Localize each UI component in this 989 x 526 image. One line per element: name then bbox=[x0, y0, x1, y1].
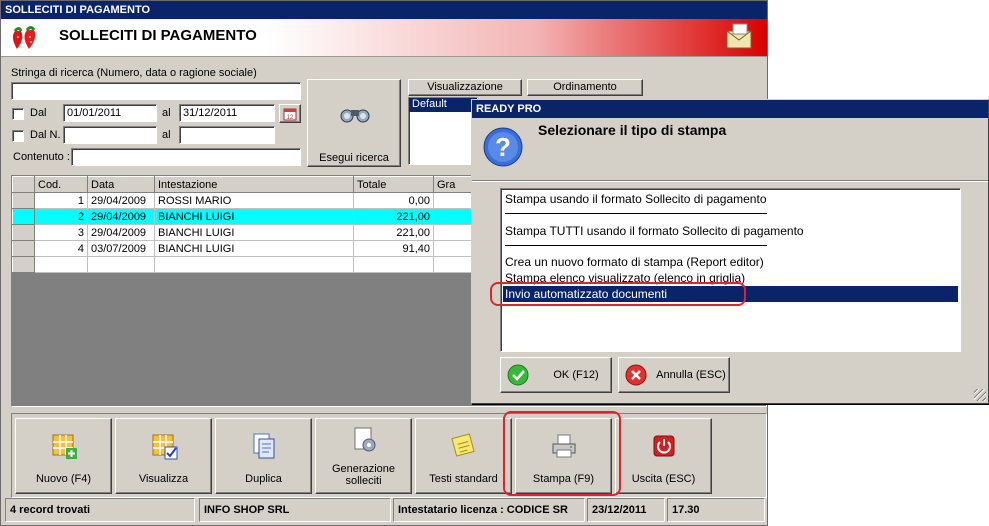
stampa-button[interactable]: Stampa (F9) bbox=[515, 418, 612, 494]
daln-label: Dal N. bbox=[30, 129, 61, 141]
al-label: al bbox=[162, 107, 171, 119]
check-icon bbox=[507, 364, 529, 389]
generazione-solleciti-button[interactable]: Generazione solleciti bbox=[315, 418, 412, 494]
printer-icon bbox=[549, 431, 579, 464]
table-row[interactable]: 3 29/04/2009 BIANCHI LUIGI 221,00 bbox=[12, 224, 494, 241]
table-header-row: Cod. Data Intestazione Totale Gra bbox=[12, 176, 494, 193]
nuovo-label: Nuovo (F4) bbox=[35, 473, 92, 485]
testi-label: Testi standard bbox=[429, 473, 498, 485]
uscita-label: Uscita (ESC) bbox=[631, 473, 696, 485]
option-stampa-tutti[interactable]: Stampa TUTTI usando il formato Sollecito… bbox=[503, 223, 958, 239]
search-label: Stringa di ricerca (Numero, data o ragio… bbox=[11, 67, 257, 79]
dal-checkbox[interactable] bbox=[12, 108, 24, 120]
resize-grip[interactable] bbox=[974, 389, 986, 401]
question-icon: ? bbox=[482, 126, 524, 171]
num-to-field[interactable] bbox=[179, 126, 275, 144]
status-company: INFO SHOP SRL bbox=[199, 498, 391, 522]
tab-ordinamento[interactable]: Ordinamento bbox=[527, 79, 643, 96]
view-list-item[interactable]: Default bbox=[409, 98, 477, 112]
svg-text:12: 12 bbox=[287, 115, 294, 121]
banner: SOLLECITI DI PAGAMENTO bbox=[1, 19, 767, 57]
num-from-field[interactable] bbox=[63, 126, 157, 144]
col-header-totale[interactable]: Totale bbox=[353, 176, 434, 193]
binoculars-icon bbox=[339, 104, 371, 127]
col-header-cod[interactable]: Cod. bbox=[34, 176, 88, 193]
print-type-dialog: READY PRO ? Selezionare il tipo di stamp… bbox=[471, 99, 989, 404]
status-license: Intestatario licenza : CODICE SR bbox=[393, 498, 585, 522]
stampa-label: Stampa (F9) bbox=[532, 473, 595, 485]
power-exit-icon bbox=[649, 431, 679, 464]
option-crea-formato[interactable]: Crea un nuovo formato di stampa (Report … bbox=[503, 254, 958, 270]
duplica-label: Duplica bbox=[245, 473, 282, 485]
status-date: 23/12/2011 bbox=[587, 498, 665, 522]
mail-envelope-icon bbox=[725, 22, 755, 55]
page-title: SOLLECITI DI PAGAMENTO bbox=[59, 27, 257, 44]
duplica-button[interactable]: Duplica bbox=[215, 418, 312, 494]
table-row[interactable]: 4 03/07/2009 BIANCHI LUIGI 91,40 bbox=[12, 240, 494, 257]
tab-visualizzazione[interactable]: Visualizzazione bbox=[408, 79, 522, 96]
col-header-intestazione[interactable]: Intestazione bbox=[154, 176, 354, 193]
option-invio-automatizzato[interactable]: Invio automatizzato documenti bbox=[503, 286, 958, 302]
strawberry-logo-icon bbox=[9, 25, 49, 54]
status-records: 4 record trovati bbox=[5, 498, 195, 522]
document-gear-icon bbox=[349, 425, 379, 458]
grid-check-icon bbox=[149, 431, 179, 464]
view-list[interactable]: Default bbox=[408, 97, 478, 165]
list-separator bbox=[505, 213, 767, 214]
visualizza-label: Visualizza bbox=[138, 473, 189, 485]
table-row-selected[interactable]: 2 29/04/2009 BIANCHI LUIGI 221,00 bbox=[12, 208, 494, 225]
calendar-icon: 12 bbox=[283, 108, 297, 124]
uscita-button[interactable]: Uscita (ESC) bbox=[615, 418, 712, 494]
nuovo-button[interactable]: Nuovo (F4) bbox=[15, 418, 112, 494]
date-from-field[interactable]: 01/01/2011 bbox=[63, 104, 157, 122]
search-button-label: Esegui ricerca bbox=[319, 152, 389, 164]
cancel-button[interactable]: Annulla (ESC) bbox=[618, 357, 730, 393]
grid-add-icon bbox=[49, 431, 79, 464]
duplicate-icon bbox=[249, 431, 279, 464]
cancel-x-icon bbox=[625, 364, 647, 389]
list-separator bbox=[505, 245, 767, 246]
table-row-empty[interactable] bbox=[12, 256, 494, 273]
ok-label: OK (F12) bbox=[553, 369, 599, 381]
calendar-button[interactable]: 12 bbox=[279, 104, 301, 123]
print-options-list[interactable]: Stampa usando il formato Sollecito di pa… bbox=[500, 188, 961, 352]
cancel-label: Annulla (ESC) bbox=[656, 369, 726, 381]
al2-label: al bbox=[162, 129, 171, 141]
generazione-label: Generazione solleciti bbox=[332, 463, 395, 487]
dal-label: Dal bbox=[30, 107, 47, 119]
contenuto-field[interactable] bbox=[71, 148, 301, 166]
sticky-notes-icon bbox=[449, 431, 479, 464]
results-table: Cod. Data Intestazione Totale Gra 1 29/0… bbox=[12, 176, 494, 273]
dialog-title: READY PRO bbox=[472, 100, 988, 118]
search-button[interactable]: Esegui ricerca bbox=[307, 79, 401, 167]
col-header-data[interactable]: Data bbox=[87, 176, 155, 193]
contenuto-label: Contenuto : bbox=[13, 151, 70, 163]
daln-checkbox[interactable] bbox=[12, 130, 24, 142]
svg-text:?: ? bbox=[495, 132, 511, 162]
option-stampa-formato[interactable]: Stampa usando il formato Sollecito di pa… bbox=[503, 191, 958, 207]
date-to-field[interactable]: 31/12/2011 bbox=[179, 104, 275, 122]
search-input[interactable] bbox=[11, 82, 301, 100]
table-row[interactable]: 1 29/04/2009 ROSSI MARIO 0,00 bbox=[12, 192, 494, 209]
option-stampa-elenco[interactable]: Stampa elenco visualizzato (elenco in gr… bbox=[503, 270, 958, 286]
dialog-divider bbox=[472, 180, 988, 182]
dialog-heading: Selezionare il tipo di stampa bbox=[538, 122, 727, 138]
window-title: SOLLECITI DI PAGAMENTO bbox=[1, 1, 767, 19]
testi-standard-button[interactable]: Testi standard bbox=[415, 418, 512, 494]
ok-button[interactable]: OK (F12) bbox=[500, 357, 612, 393]
visualizza-button[interactable]: Visualizza bbox=[115, 418, 212, 494]
status-time: 17.30 bbox=[667, 498, 765, 522]
